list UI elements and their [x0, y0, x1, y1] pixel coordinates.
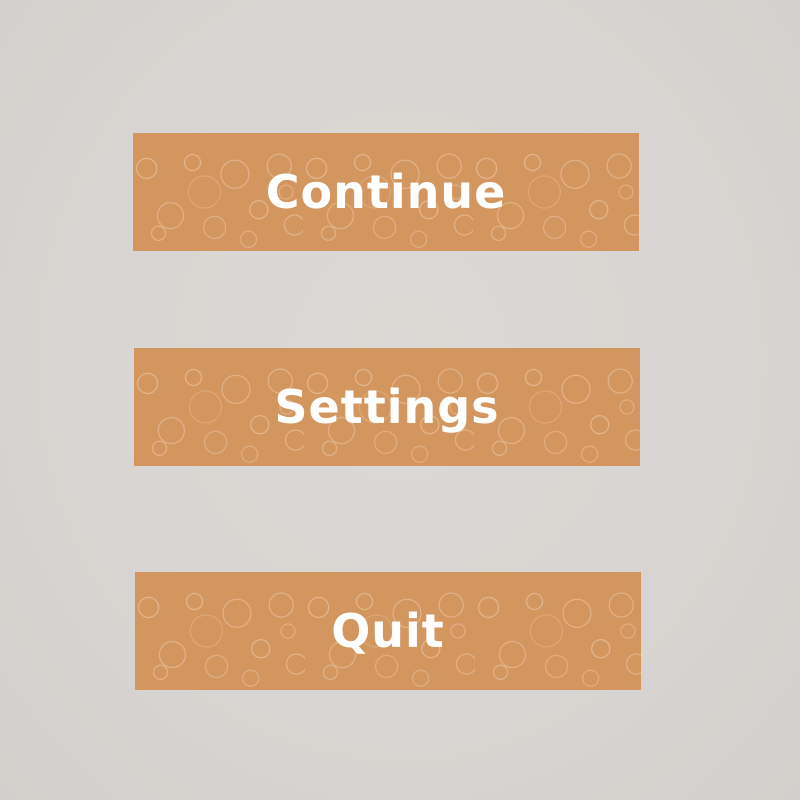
quit-button[interactable]: Quit: [135, 572, 641, 690]
settings-button-label: Settings: [274, 380, 500, 434]
quit-button-label: Quit: [331, 604, 445, 658]
continue-button-label: Continue: [265, 165, 507, 219]
settings-button[interactable]: Settings: [134, 348, 640, 466]
continue-button[interactable]: Continue: [133, 133, 639, 251]
